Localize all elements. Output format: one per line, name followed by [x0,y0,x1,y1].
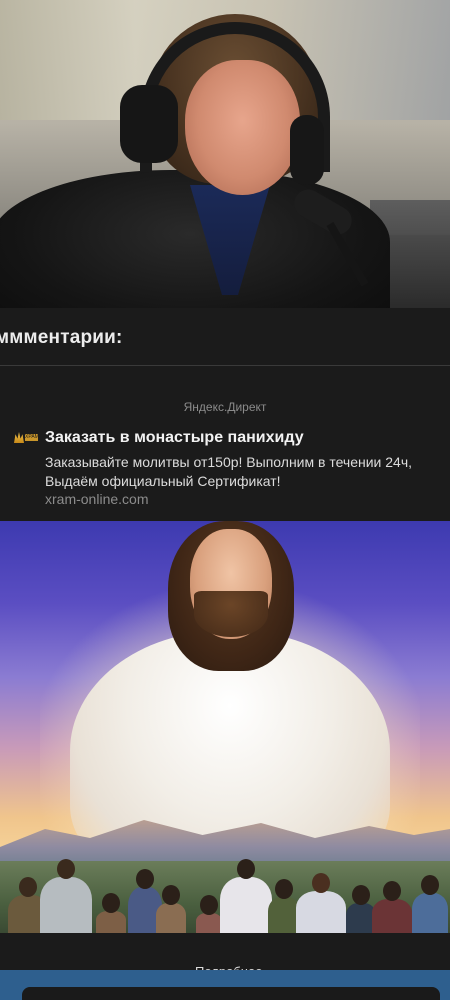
ad-block[interactable]: Яндекс.Директ ХРАМ Заказать в монастыре … [0,367,450,521]
crowd [0,851,450,933]
crowd-person [196,895,222,933]
ad-description[interactable]: Заказывайте молитвы от150р! Выполним в т… [45,453,445,491]
crowd-person [372,881,412,933]
ad-source-label[interactable]: Яндекс.Директ [0,400,450,414]
comment-input[interactable] [22,987,440,1000]
crown-icon [14,432,24,443]
temple-logo-icon[interactable]: ХРАМ [14,432,39,443]
crowd-person [296,873,346,933]
crowd-person [156,885,186,933]
crowd-person [96,893,126,933]
article-photo-interview [0,0,450,308]
headphone-left-cup [120,85,178,163]
crowd-person [412,875,448,933]
ad-title-link[interactable]: Заказать в монастыре панихиду [45,429,304,447]
comments-title: ммментарии: [0,327,123,348]
ad-url-link[interactable]: xram-online.com [45,491,148,507]
headphone-right-cup [290,115,324,185]
ad-image[interactable] [0,521,450,933]
beard [194,591,268,637]
ad-logo-text: ХРАМ [25,434,39,441]
crowd-person [40,859,92,933]
comments-section-header: ммментарии: [0,308,450,366]
crowd-person [220,859,272,933]
